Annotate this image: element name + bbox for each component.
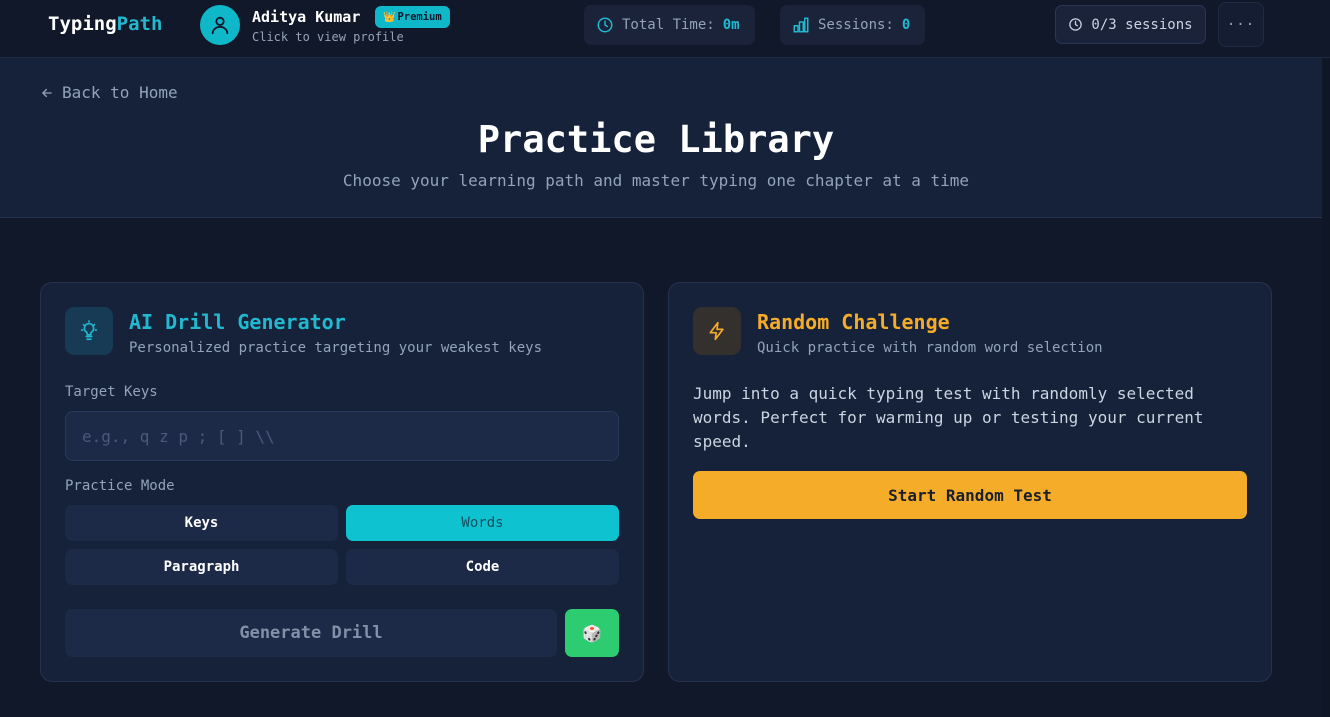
total-time-label: Total Time: <box>622 17 715 33</box>
user-icon <box>211 16 229 35</box>
drill-card-subtitle: Personalized practice targeting your wea… <box>129 340 543 356</box>
random-challenge-card: Random Challenge Quick practice with ran… <box>668 282 1272 682</box>
total-time-stat: Total Time: 0m <box>584 5 755 45</box>
lightning-icon <box>709 321 724 341</box>
total-time-value: 0m <box>722 17 740 33</box>
dice-icon: 🎲 <box>582 623 602 643</box>
logo-accent: Path <box>116 13 163 35</box>
practice-mode-label: Practice Mode <box>65 478 175 494</box>
random-card-description: Jump into a quick typing test with rando… <box>693 384 1204 451</box>
start-random-test-button[interactable]: Start Random Test <box>693 471 1247 519</box>
start-random-test-label: Start Random Test <box>888 485 1052 505</box>
generate-drill-button[interactable]: Generate Drill <box>65 609 557 657</box>
back-to-home-link[interactable]: Back to Home <box>40 83 178 102</box>
arrow-left-icon <box>42 88 52 97</box>
user-name[interactable]: Aditya Kumar <box>252 8 360 26</box>
page-title: Practice Library <box>477 118 835 161</box>
generate-drill-label: Generate Drill <box>239 623 383 643</box>
back-to-home-label: Back to Home <box>62 83 178 102</box>
page-header: Back to Home Practice Library Choose you… <box>0 58 1322 218</box>
mode-paragraph-button[interactable]: Paragraph <box>65 549 338 585</box>
random-icon-box <box>693 307 741 355</box>
ai-drill-generator-card: AI Drill Generator Personalized practice… <box>40 282 644 682</box>
bar-chart-icon <box>793 17 809 33</box>
sessions-quota-button[interactable]: 0/3 sessions <box>1055 5 1206 44</box>
sessions-quota-label: 0/3 sessions <box>1091 16 1193 33</box>
clock-icon <box>597 17 613 33</box>
clock-icon <box>1069 18 1083 31</box>
scrollbar-track[interactable] <box>1322 58 1330 717</box>
drill-icon-box <box>65 307 113 355</box>
sessions-value: 0 <box>901 17 911 33</box>
mode-words-button[interactable]: Words <box>346 505 619 541</box>
app-logo[interactable]: TypingPath <box>48 13 162 35</box>
target-keys-label: Target Keys <box>65 384 158 400</box>
more-menu-button[interactable]: ··· <box>1218 2 1264 47</box>
premium-badge-label: Premium <box>397 11 442 23</box>
random-card-subtitle: Quick practice with random word selectio… <box>757 340 1103 356</box>
more-icon: ··· <box>1226 16 1256 33</box>
sessions-label: Sessions: <box>818 17 894 33</box>
view-profile-link[interactable]: Click to view profile <box>252 30 404 44</box>
target-keys-input[interactable] <box>65 411 619 461</box>
logo-primary: Typing <box>48 13 117 35</box>
crown-icon: 👑 <box>383 11 396 23</box>
page-subtitle: Choose your learning path and master typ… <box>342 171 970 190</box>
lightbulb-icon <box>80 320 98 341</box>
top-bar: TypingPath Aditya Kumar 👑 Premium Click … <box>0 0 1330 58</box>
random-drill-button[interactable]: 🎲 <box>565 609 619 657</box>
random-card-title: Random Challenge <box>757 310 950 334</box>
sessions-stat: Sessions: 0 <box>780 5 925 45</box>
mode-code-button[interactable]: Code <box>346 549 619 585</box>
drill-card-title: AI Drill Generator <box>129 310 346 334</box>
user-avatar[interactable] <box>200 5 240 45</box>
premium-badge: 👑 Premium <box>375 6 450 28</box>
mode-keys-button[interactable]: Keys <box>65 505 338 541</box>
